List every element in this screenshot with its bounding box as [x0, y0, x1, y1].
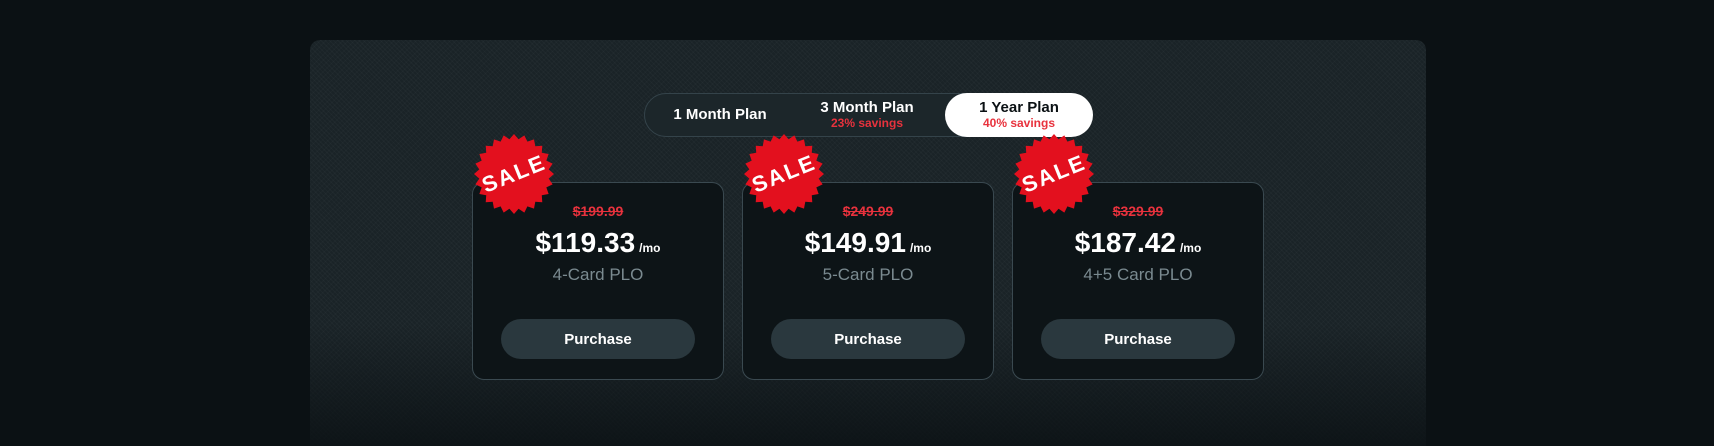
sale-badge: SALE [742, 132, 826, 216]
toggle-option-label: 1 Month Plan [673, 106, 767, 123]
plan-toggle: 1 Month Plan 3 Month Plan 23% savings 1 … [644, 93, 1093, 137]
price-period: /mo [909, 241, 932, 255]
sale-badge: SALE [472, 132, 556, 216]
plan-name: 5-Card PLO [822, 265, 914, 284]
toggle-option-label: 1 Year Plan [979, 99, 1059, 116]
page: 1 Month Plan 3 Month Plan 23% savings 1 … [0, 0, 1714, 446]
price-row: $187.42/mo [1013, 227, 1263, 259]
plan-name: 4+5 Card PLO [1083, 265, 1193, 284]
toggle-option-label: 3 Month Plan [820, 99, 914, 116]
purchase-button[interactable]: Purchase [1041, 319, 1235, 359]
sale-price: $149.91 [804, 227, 906, 258]
price-period: /mo [639, 241, 661, 255]
toggle-option-savings: 40% savings [982, 116, 1056, 130]
price-row: $119.33/mo [473, 227, 723, 259]
purchase-button[interactable]: Purchase [771, 319, 965, 359]
price-period: /mo [1179, 241, 1202, 255]
toggle-option-1-month[interactable]: 1 Month Plan [645, 94, 795, 136]
toggle-option-3-month[interactable]: 3 Month Plan 23% savings [795, 94, 939, 136]
purchase-button[interactable]: Purchase [501, 319, 695, 359]
sale-badge: SALE [1012, 132, 1096, 216]
sale-price: $187.42 [1074, 227, 1176, 258]
sale-price: $119.33 [535, 227, 636, 258]
toggle-option-savings: 23% savings [830, 116, 904, 130]
price-row: $149.91/mo [743, 227, 993, 259]
plan-name: 4-Card PLO [552, 265, 644, 284]
